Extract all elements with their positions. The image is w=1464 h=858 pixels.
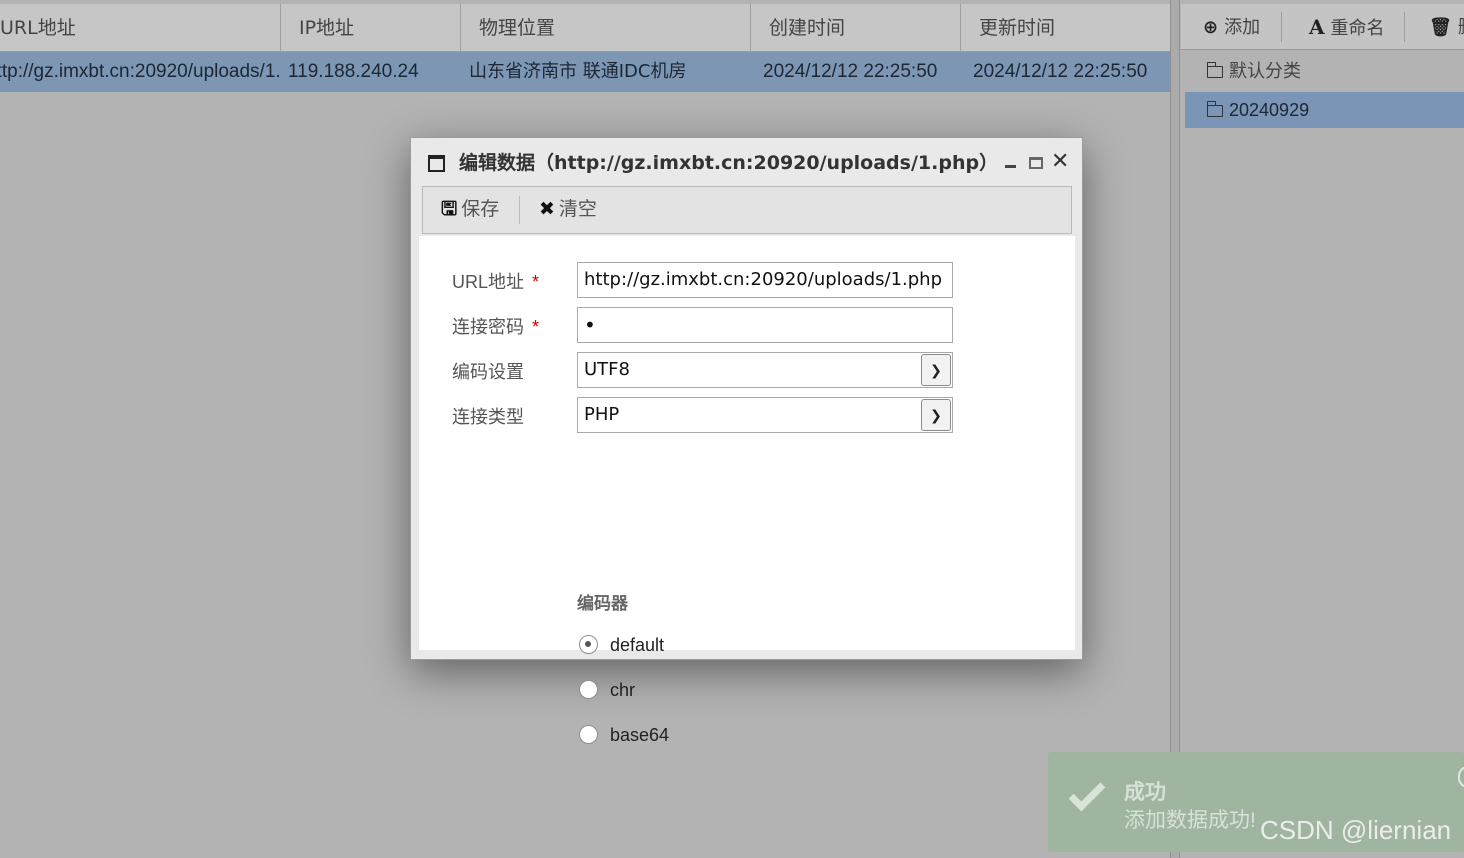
delete-category-button[interactable]: 🗑 删除 xyxy=(1429,4,1464,50)
password-label-text: 连接密码 xyxy=(452,317,524,337)
dialog-toolbar: 🖫 保存 ✖ 清空 xyxy=(422,186,1072,234)
password-field[interactable]: • xyxy=(577,307,953,343)
password-label: 连接密码 * xyxy=(452,313,539,339)
column-header-updated[interactable]: 更新时间 xyxy=(961,4,1172,52)
rename-category-button[interactable]: A 重命名 xyxy=(1309,4,1385,50)
chevron-down-icon[interactable]: ❯ xyxy=(921,354,951,386)
encoder-option-default[interactable]: default xyxy=(579,633,664,657)
cell-location: 山东省济南市 联通IDC机房 xyxy=(469,61,687,82)
encoder-option-label: chr xyxy=(610,680,636,700)
radio-unchecked-icon[interactable] xyxy=(579,680,598,699)
rename-category-label: 重命名 xyxy=(1330,18,1385,38)
toolbar-divider xyxy=(519,196,520,224)
folder-icon xyxy=(1206,101,1223,117)
column-header-ip[interactable]: IP地址 xyxy=(281,4,461,52)
category-label: 默认分类 xyxy=(1229,61,1301,81)
encoder-option-chr[interactable]: chr xyxy=(579,678,635,702)
column-header-location[interactable]: 物理位置 xyxy=(461,4,751,52)
cell-url: http://gz.imxbt.cn:20920/uploads/1.php xyxy=(0,61,280,82)
close-button[interactable]: ✕ xyxy=(1051,149,1069,173)
minimize-button[interactable] xyxy=(1005,152,1017,168)
required-mark: * xyxy=(532,272,540,292)
edit-data-dialog: 编辑数据（http://gz.imxbt.cn:20920/uploads/1.… xyxy=(410,137,1083,745)
required-mark: * xyxy=(532,317,540,337)
toolbar-divider xyxy=(1404,12,1405,42)
category-toolbar: ⊕添加 A重命名 🗑 删除 xyxy=(1181,4,1464,50)
radio-checked-icon[interactable] xyxy=(579,635,598,654)
toast-close-icon[interactable] xyxy=(1458,766,1464,788)
encoding-value: UTF8 xyxy=(584,359,630,380)
save-button[interactable]: 🖫 保存 xyxy=(441,187,499,233)
connection-type-label: 连接类型 xyxy=(452,407,524,427)
cell-updated: 2024/12/12 22:25:50 xyxy=(973,61,1148,82)
maximize-button[interactable] xyxy=(1029,157,1043,169)
clear-button[interactable]: ✖ 清空 xyxy=(539,187,597,233)
folder-icon xyxy=(1206,62,1223,78)
encoder-option-label: base64 xyxy=(610,725,670,745)
toolbar-divider xyxy=(1281,12,1282,42)
url-label-text: URL地址 xyxy=(452,272,525,292)
category-item-20240929[interactable]: 20240929 xyxy=(1185,92,1464,128)
column-header-url[interactable]: URL地址 xyxy=(0,4,281,52)
toast-message: 添加数据成功! xyxy=(1124,809,1256,832)
delete-category-label: 删除 xyxy=(1458,17,1464,37)
table-row[interactable]: http://gz.imxbt.cn:20920/uploads/1.php 1… xyxy=(0,52,1172,92)
add-category-button[interactable]: ⊕ 添加 xyxy=(1203,4,1260,50)
chevron-down-icon[interactable]: ❯ xyxy=(921,399,951,431)
floppy-disk-icon: 🖫 xyxy=(441,199,458,220)
cell-created: 2024/12/12 22:25:50 xyxy=(763,61,938,82)
trash-icon: 🗑 xyxy=(1429,17,1452,37)
plus-circle-icon: ⊕ xyxy=(1203,17,1219,37)
connection-type-value: PHP xyxy=(584,404,620,425)
save-label: 保存 xyxy=(461,199,500,220)
category-label: 20240929 xyxy=(1229,100,1310,120)
encoder-section-title: 编码器 xyxy=(577,594,628,613)
add-category-label: 添加 xyxy=(1224,17,1261,37)
connection-type-select[interactable]: PHP ❯ xyxy=(577,397,953,433)
font-icon: A xyxy=(1309,15,1325,39)
dialog-title[interactable]: 编辑数据（http://gz.imxbt.cn:20920/uploads/1.… xyxy=(411,138,1082,184)
close-icon: ✖ xyxy=(539,199,555,220)
grid-header: URL地址 IP地址 物理位置 创建时间 更新时间 xyxy=(0,4,1172,52)
url-field[interactable]: http://gz.imxbt.cn:20920/uploads/1.php xyxy=(577,262,953,298)
radio-unchecked-icon[interactable] xyxy=(579,725,598,744)
category-panel: ⊕添加 A重命名 🗑 删除 默认分类 20240929 xyxy=(1181,0,1464,858)
encoding-select[interactable]: UTF8 ❯ xyxy=(577,352,953,388)
category-item-default[interactable]: 默认分类 xyxy=(1185,53,1464,89)
column-header-created[interactable]: 创建时间 xyxy=(751,4,961,52)
panel-splitter[interactable] xyxy=(1170,0,1180,858)
watermark: CSDN @liernian xyxy=(1260,815,1452,845)
encoding-label: 编码设置 xyxy=(452,362,524,382)
dialog-form: URL地址 * http://gz.imxbt.cn:20920/uploads/… xyxy=(419,236,1075,745)
encoder-option-label: default xyxy=(610,635,665,655)
cell-ip: 119.188.240.24 xyxy=(288,61,419,82)
checkmark-icon xyxy=(1068,774,1106,812)
encoder-option-base64[interactable]: base64 xyxy=(579,723,669,747)
url-label: URL地址 * xyxy=(452,268,539,294)
toast-title: 成功 xyxy=(1124,781,1166,804)
clear-label: 清空 xyxy=(558,199,597,220)
